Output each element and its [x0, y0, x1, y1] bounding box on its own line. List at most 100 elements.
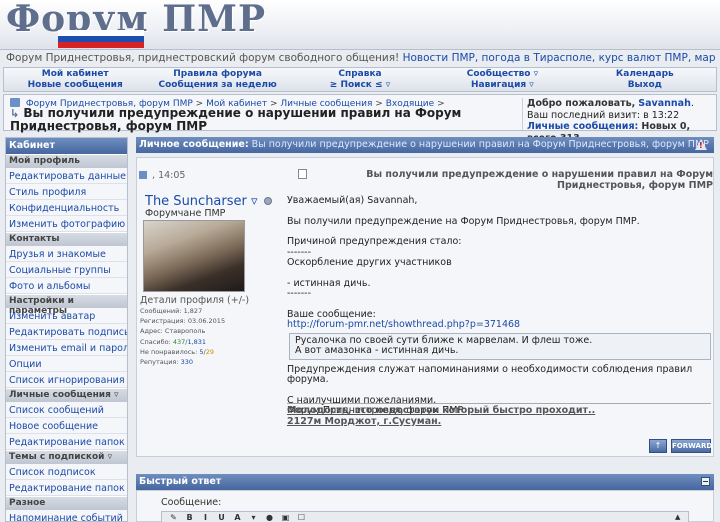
author-name[interactable]: The Suncharser ▿	[145, 194, 272, 209]
welcome-panel: Добро пожаловать, Savannah. Ваш последни…	[522, 98, 716, 144]
sidebar-section-pm[interactable]: Личные сообщения ▿	[6, 388, 127, 402]
sidebar-item-edit-signature[interactable]: Редактировать подпись	[6, 324, 127, 340]
signature-line: Молодость, это недостаток который быстро…	[287, 405, 596, 416]
nav-link-new-posts[interactable]: Новые сообщения	[4, 80, 146, 91]
sidebar-item-privacy[interactable]: Конфиденциальность	[6, 200, 127, 216]
nav-link-community[interactable]: Сообщество ▿	[431, 69, 573, 80]
stat-label: Репутация:	[140, 358, 179, 366]
sidebar-item-edit-folders[interactable]: Редактирование папок	[6, 434, 127, 450]
nav-link-calendar[interactable]: Календарь	[574, 69, 716, 80]
tagline-links[interactable]: Новости ПМР, погода в Тирасполе, курс ва…	[403, 52, 716, 64]
welcome-greeting: Добро пожаловать,	[527, 98, 636, 109]
stat-value: 1,827	[183, 307, 203, 315]
last-visit-label: Ваш последний визит:	[527, 109, 641, 121]
nav-link-help[interactable]: Справка	[289, 69, 431, 80]
quote-block: Русалочка по своей сути ближе к марвелам…	[289, 332, 711, 360]
italic-button[interactable]: I	[200, 513, 211, 522]
sidebar-item-profile-style[interactable]: Стиль профиля	[6, 184, 127, 200]
sidebar-item-change-email[interactable]: Изменить email и пароль	[6, 340, 127, 356]
font-color-button[interactable]: A	[232, 513, 243, 522]
author-registered: Регистрация: 03.06.2015	[140, 317, 225, 325]
post-header: , 14:05 Вы получили предупреждение о нар…	[137, 158, 713, 192]
thanks-received[interactable]: 1,831	[187, 338, 206, 346]
nav-link-rules[interactable]: Правила форума	[146, 69, 288, 80]
pm-title-bar: Личное сообщение: Вы получили предупрежд…	[136, 137, 714, 153]
message-link[interactable]: http://forum-pmr.net/showthread.php?p=37…	[287, 319, 520, 330]
sidebar-item-edit-details[interactable]: Редактировать данные	[6, 168, 127, 184]
link-icon[interactable]: ●	[264, 513, 275, 522]
nav-community[interactable]: Сообщество ▿ Навигация ▿	[431, 68, 573, 91]
nav-link-search[interactable]: ≥ Поиск ≤ ▿	[289, 80, 431, 91]
stat-label: Сообщений:	[140, 307, 182, 315]
quick-reply-bar: Быстрый ответ	[136, 474, 714, 490]
body-greeting: Уважаемый(ая) Savannah,	[287, 195, 418, 206]
quote-icon[interactable]: ☐	[296, 513, 307, 522]
quick-reply-title: Быстрый ответ	[139, 476, 222, 487]
author-thanks: Спасибо: 437/1,831	[140, 338, 207, 346]
author-details-toggle[interactable]: Детали профиля (+/-)	[140, 295, 249, 306]
reason-dashes: -------	[287, 246, 311, 258]
nav-link-logout[interactable]: Выход	[574, 80, 716, 91]
avatar[interactable]	[143, 220, 245, 292]
author-name-text[interactable]: The Suncharser	[145, 194, 247, 209]
sidebar-title: Кабинет	[6, 138, 127, 154]
author-dislikes: Не понравилось: 5/29	[140, 348, 215, 356]
sidebar-item-change-avatar[interactable]: Изменить аватар	[6, 308, 127, 324]
forward-button[interactable]: FORWARD	[671, 439, 712, 453]
author-reputation: Репутация: 330	[140, 358, 193, 366]
author-group: Форумчане ПМР	[145, 208, 226, 219]
reason-label: Причиной предупреждения стало:	[287, 236, 462, 247]
author-menu-chevron-icon[interactable]: ▿	[251, 194, 258, 209]
sidebar-section-subscriptions[interactable]: Темы с подпиской ▿	[6, 450, 127, 464]
report-alert-icon[interactable]	[695, 139, 707, 150]
sidebar-item-options[interactable]: Опции	[6, 356, 127, 372]
sidebar-item-albums[interactable]: Фото и альбомы	[6, 278, 127, 294]
dislikes-received[interactable]: 29	[206, 348, 214, 356]
pm-status-link[interactable]: Личные сообщения:	[527, 121, 638, 132]
main-navbar: Мой кабинет Новые сообщения Правила фору…	[3, 67, 717, 92]
sidebar-section-settings: Настройки и параметры	[6, 294, 127, 316]
sidebar-item-edit-subscription-folders[interactable]: Редактирование папок	[6, 480, 127, 496]
scroll-up-arrow[interactable]: ▲	[675, 513, 680, 521]
sidebar-item-social-groups[interactable]: Социальные группы	[6, 262, 127, 278]
image-icon[interactable]: ▣	[280, 513, 291, 522]
sidebar-item-subscription-list[interactable]: Список подписок	[6, 464, 127, 480]
site-header: Форум ПМР	[0, 0, 720, 50]
post-date: , 14:05	[139, 170, 185, 181]
message-label: Сообщение:	[161, 497, 222, 508]
pm-bar-subject: Вы получили предупреждение о нарушении п…	[251, 139, 709, 150]
nav-link-week-posts[interactable]: Сообщения за неделю	[146, 80, 288, 91]
thanks-given[interactable]: 437	[173, 338, 185, 346]
sidebar-item-event-reminders[interactable]: Напоминание событий	[6, 510, 127, 521]
sidebar-item-message-list[interactable]: Список сообщений	[6, 402, 127, 418]
stat-value: 03.06.2015	[187, 317, 226, 325]
quote-line: А вот амазонка - истинная дичь.	[295, 345, 459, 356]
nav-calendar[interactable]: Календарь Выход	[574, 68, 716, 91]
sidebar-item-change-photo[interactable]: Изменить фотографию	[6, 216, 127, 232]
welcome-username[interactable]: Savannah	[638, 98, 691, 109]
font-color-dropdown-icon[interactable]: ▾	[248, 513, 259, 522]
author-panel: The Suncharser ▿ Форумчане ПМР Детали пр…	[137, 194, 285, 456]
underline-button[interactable]: U	[216, 513, 227, 522]
post-title: Вы получили предупреждение о нарушении п…	[366, 169, 713, 191]
bold-button[interactable]: B	[184, 513, 195, 522]
nav-link-cabinet[interactable]: Мой кабинет	[4, 69, 146, 80]
stat-label: Не понравилось:	[140, 348, 198, 356]
sidebar-item-new-message[interactable]: Новое сообщение	[6, 418, 127, 434]
scroll-top-button[interactable]: ↑	[649, 439, 667, 453]
stat-label: Спасибо:	[140, 338, 171, 346]
body-notice: Предупреждения служат напоминаниями о не…	[287, 363, 693, 385]
collapse-icon[interactable]	[701, 477, 710, 486]
dislikes-given[interactable]: 5	[199, 348, 203, 356]
nav-cabinet[interactable]: Мой кабинет Новые сообщения	[4, 68, 146, 91]
nav-help[interactable]: Справка ≥ Поиск ≤ ▿	[289, 68, 431, 91]
nav-link-navigation[interactable]: Навигация ▿	[431, 80, 573, 91]
user-signature: Молодость, это недостаток который быстро…	[287, 403, 711, 427]
flag-icon	[58, 30, 144, 48]
body-reason: Причиной предупреждения стало: ------- О…	[287, 236, 711, 269]
remove-format-icon[interactable]: ✎	[168, 513, 179, 522]
page-title: ↳ Вы получили предупреждение о нарушении…	[10, 107, 520, 132]
sidebar-item-friends[interactable]: Друзья и знакомые	[6, 246, 127, 262]
sidebar-item-ignore-list[interactable]: Список игнорирования	[6, 372, 127, 388]
nav-rules[interactable]: Правила форума Сообщения за неделю	[146, 68, 288, 91]
